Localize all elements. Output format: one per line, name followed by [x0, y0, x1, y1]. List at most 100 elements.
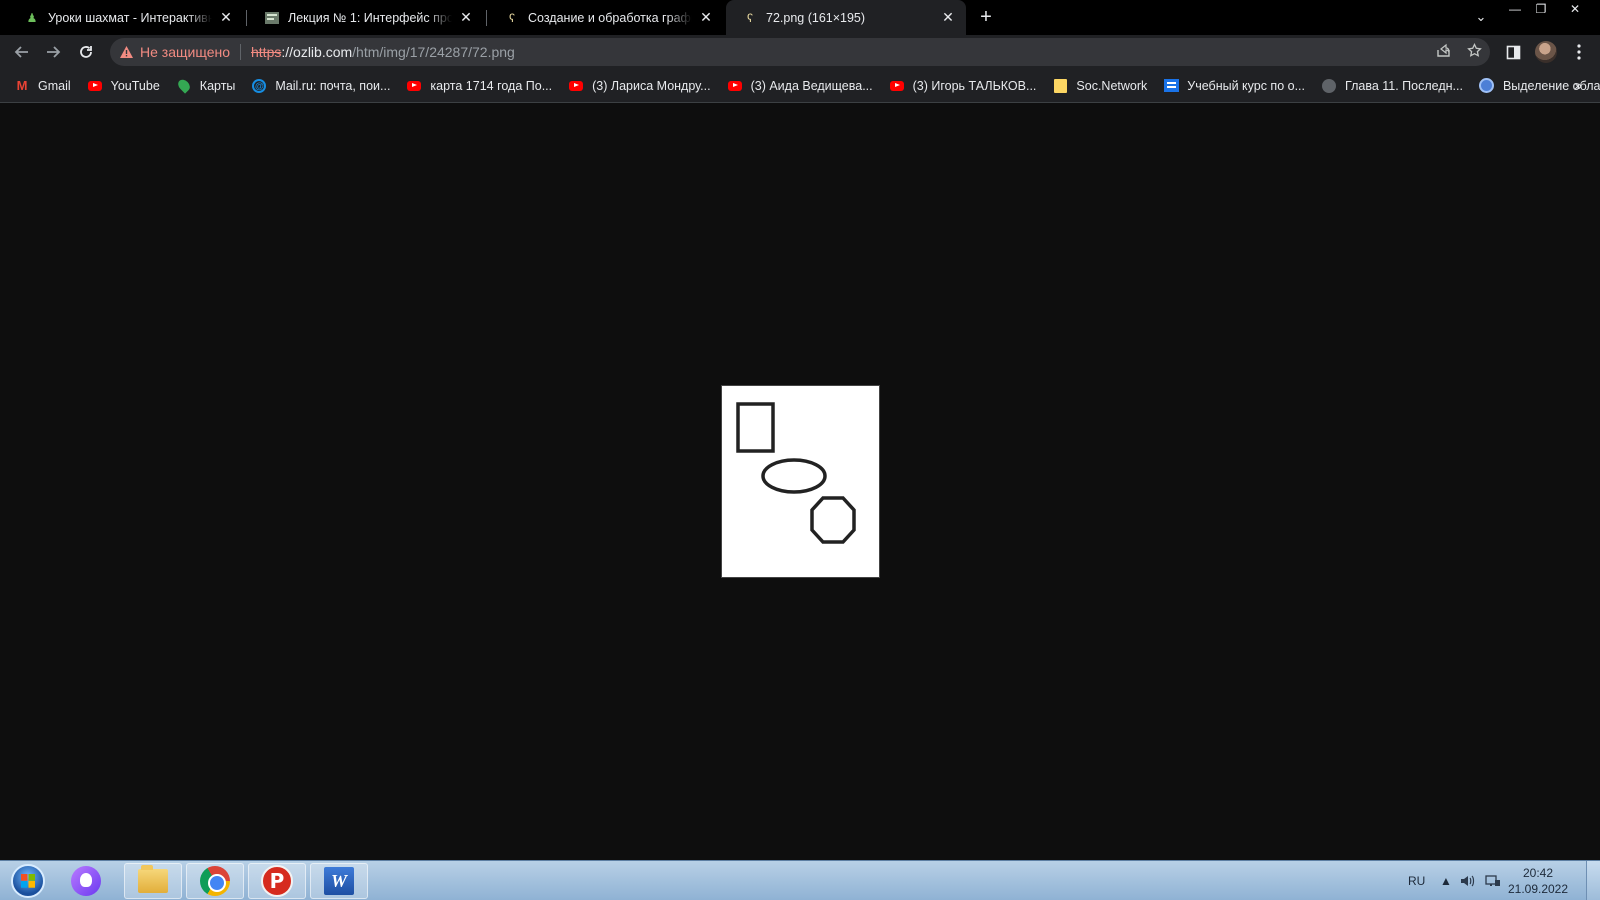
share-icon[interactable] — [1436, 43, 1451, 61]
close-icon[interactable]: ✕ — [698, 9, 714, 26]
browser-window: ♟ Уроки шахмат - Интерактивные ✕ Лекция … — [0, 0, 1600, 900]
tab-title: Уроки шахмат - Интерактивные — [48, 10, 212, 25]
clock-date: 21.09.2022 — [1507, 882, 1569, 896]
start-button[interactable] — [5, 862, 51, 900]
close-window-button[interactable]: ✕ — [1560, 0, 1590, 18]
show-desktop-button[interactable] — [1586, 861, 1600, 900]
volume-icon[interactable] — [1460, 861, 1476, 900]
forward-button[interactable] — [40, 39, 66, 65]
course-icon — [1163, 78, 1179, 94]
bookmark-youtube[interactable]: YouTube — [87, 78, 160, 94]
tab-chess[interactable]: ♟ Уроки шахмат - Интерактивные ✕ — [8, 0, 244, 35]
gmail-icon: M — [16, 78, 28, 93]
bookmark-label: (3) Аида Ведищева... — [750, 78, 873, 93]
windows-orb-icon — [11, 864, 45, 898]
reload-icon — [80, 46, 92, 58]
url-path: /htm/img/17/24287/72.png — [352, 44, 515, 60]
globe-icon — [1321, 78, 1337, 94]
rectangle-shape — [736, 402, 775, 453]
lecture-icon — [264, 10, 280, 26]
close-icon[interactable]: ✕ — [458, 9, 474, 26]
youtube-icon — [727, 78, 743, 94]
side-panel-icon — [1506, 45, 1520, 59]
kebab-menu-icon — [1577, 44, 1581, 60]
menu-button[interactable] — [1566, 39, 1592, 65]
bookmark-label: Глава 11. Последн... — [1345, 78, 1463, 93]
taskbar-alice[interactable] — [57, 863, 115, 899]
bookmark-map-1714[interactable]: карта 1714 года По... — [406, 78, 552, 94]
security-label[interactable]: Не защищено — [140, 44, 230, 60]
language-label: RU — [1408, 874, 1426, 888]
youtube-icon — [568, 78, 584, 94]
octagon-shape — [810, 496, 856, 544]
tab-image[interactable]: ʕ 72.png (161×195) ✕ — [726, 0, 966, 35]
file-explorer-icon — [138, 865, 168, 893]
shapes-drawing — [736, 402, 856, 544]
bookmark-larisa[interactable]: (3) Лариса Мондру... — [568, 78, 711, 94]
clock-time: 20:42 — [1522, 866, 1554, 880]
alice-assistant-icon — [71, 866, 101, 896]
bookmark-label: Выделение област... — [1502, 78, 1600, 93]
toolbar: Не защищено https://ozlib.com/htm/img/17… — [0, 35, 1600, 69]
arrow-left-icon — [14, 46, 28, 58]
bookmark-igor[interactable]: (3) Игорь ТАЛЬКОВ... — [889, 78, 1037, 94]
bookmark-socnetwork[interactable]: Soc.Network — [1052, 78, 1147, 94]
bookmark-mailru[interactable]: @ Mail.ru: почта, пои... — [251, 78, 390, 94]
ozlib-icon: ʕ — [509, 10, 515, 25]
url-scheme: https — [251, 44, 282, 60]
mailru-icon: @ — [251, 78, 267, 94]
selection-icon — [1479, 78, 1495, 94]
bookmarks-overflow-icon[interactable]: » — [1574, 77, 1582, 93]
taskbar-word[interactable]: W — [310, 863, 368, 899]
taskbar-psiphon[interactable]: P — [248, 863, 306, 899]
bookmark-label: Карты — [199, 78, 236, 93]
tab-strip: ♟ Уроки шахмат - Интерактивные ✕ Лекция … — [0, 0, 1600, 35]
tab-title: Создание и обработка графиче — [528, 10, 692, 25]
side-panel-button[interactable] — [1500, 39, 1526, 65]
reload-button[interactable] — [73, 39, 99, 65]
youtube-icon — [87, 78, 103, 94]
bookmark-label: Mail.ru: почта, пои... — [275, 78, 391, 93]
bookmark-label: Учебный курс по о... — [1187, 78, 1305, 93]
url-host: ://ozlib.com — [281, 44, 353, 60]
bookmark-label: (3) Лариса Мондру... — [592, 78, 711, 93]
tray-expand-icon[interactable]: ▲ — [1440, 861, 1452, 900]
chrome-icon — [200, 866, 230, 896]
folder-icon — [1052, 78, 1068, 94]
bookmarks-bar: M Gmail YouTube Карты @ Mail.ru: почта, по… — [0, 69, 1600, 103]
bookmark-aida[interactable]: (3) Аида Ведищева... — [727, 78, 873, 94]
language-indicator[interactable]: RU — [1408, 861, 1425, 900]
maps-icon — [175, 77, 192, 94]
address-bar[interactable]: Не защищено https://ozlib.com/htm/img/17… — [110, 38, 1490, 66]
new-tab-button[interactable]: + — [975, 6, 997, 28]
bookmark-chapter11[interactable]: Глава 11. Последн... — [1321, 78, 1463, 94]
tab-title: 72.png (161×195) — [766, 10, 866, 25]
tab-search-button[interactable]: ⌄ — [1470, 6, 1492, 28]
bookmark-label: (3) Игорь ТАЛЬКОВ... — [912, 78, 1037, 93]
bookmark-label: YouTube — [110, 78, 160, 93]
arrow-right-icon — [47, 46, 61, 58]
profile-button[interactable] — [1533, 39, 1559, 65]
ozlib-icon: ʕ — [747, 10, 753, 25]
tab-graphics[interactable]: ʕ Создание и обработка графиче ✕ — [488, 0, 724, 35]
taskbar-chrome[interactable] — [186, 863, 244, 899]
bookmark-gmail[interactable]: M Gmail — [14, 78, 71, 94]
tab-lecture[interactable]: Лекция № 1: Интерфейс програ ✕ — [248, 0, 484, 35]
chess-pawn-icon: ♟ — [26, 10, 38, 25]
close-icon[interactable]: ✕ — [940, 9, 956, 26]
warning-icon[interactable] — [118, 44, 134, 60]
bookmark-label: карта 1714 года По... — [430, 78, 553, 93]
system-clock[interactable]: 20:42 21.09.2022 — [1498, 865, 1578, 897]
word-icon: W — [324, 867, 354, 895]
bookmark-maps[interactable]: Карты — [175, 77, 236, 94]
ellipse-shape — [761, 458, 827, 494]
bookmark-star-icon[interactable] — [1467, 42, 1482, 61]
back-button[interactable] — [9, 39, 35, 65]
youtube-icon — [889, 78, 905, 94]
restore-button[interactable]: ❐ — [1526, 0, 1556, 18]
taskbar-explorer[interactable] — [124, 863, 182, 899]
youtube-icon — [406, 78, 422, 94]
close-icon[interactable]: ✕ — [218, 9, 234, 26]
displayed-image[interactable] — [721, 385, 880, 578]
bookmark-course[interactable]: Учебный курс по о... — [1163, 78, 1305, 94]
